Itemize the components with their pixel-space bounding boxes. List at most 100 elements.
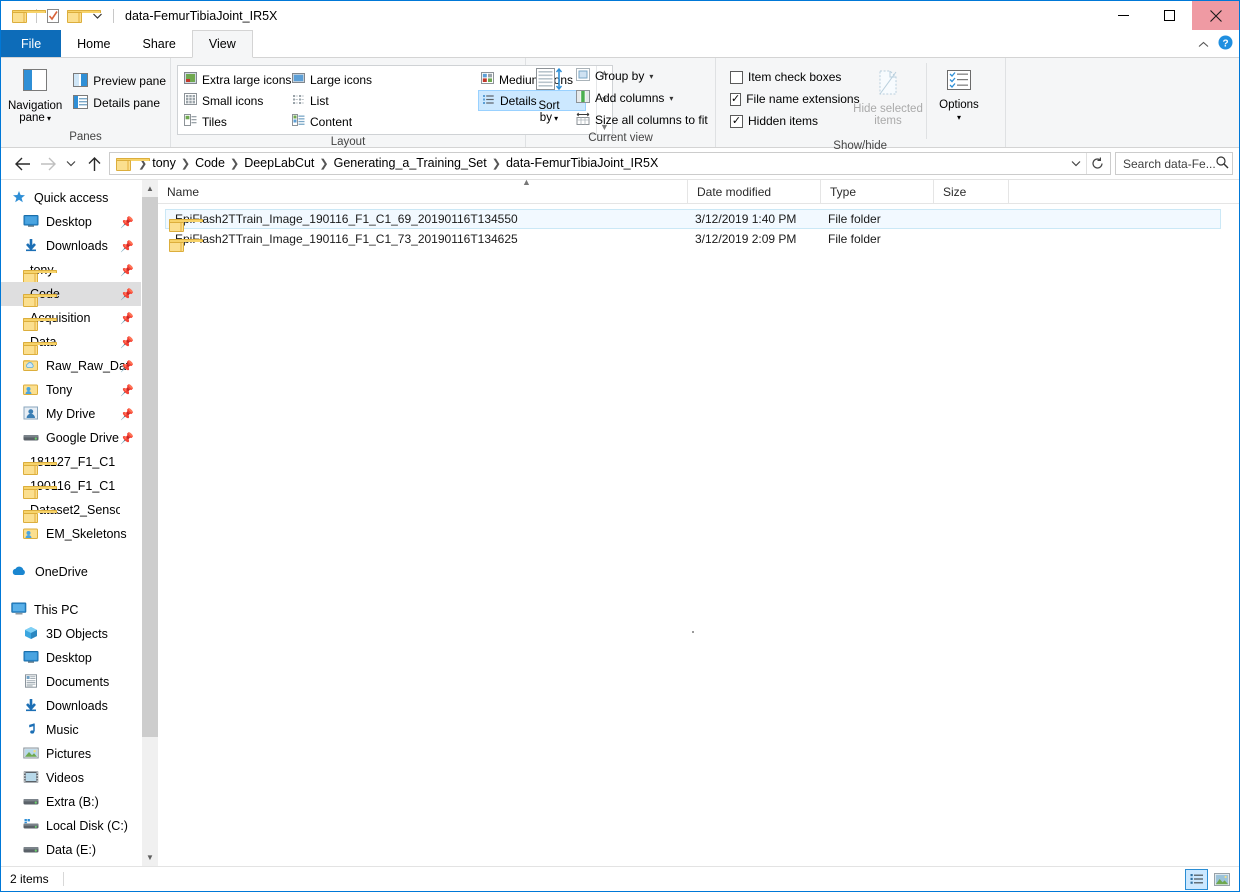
pin-icon: 📌 bbox=[120, 313, 134, 325]
sidebar-item-this-pc[interactable]: This PC bbox=[1, 598, 141, 622]
sidebar-item-3d-objects[interactable]: 3D Objects bbox=[1, 622, 141, 646]
scroll-down-icon[interactable]: ▼ bbox=[142, 849, 159, 866]
column-header-size[interactable]: Size bbox=[934, 179, 1009, 204]
file-name-extensions-checkbox[interactable]: ✓ bbox=[730, 92, 742, 106]
tab-view[interactable]: View bbox=[191, 30, 253, 58]
layout-extra-large-icons[interactable]: Extra large icons bbox=[181, 69, 291, 90]
add-columns-button[interactable]: Add columns ▾ bbox=[572, 87, 712, 109]
previous-locations-caret-icon[interactable] bbox=[1065, 153, 1086, 174]
sidebar-item-data-e[interactable]: Data (E:) bbox=[1, 838, 141, 862]
column-header-type[interactable]: Type bbox=[821, 179, 934, 204]
folder-icon[interactable] bbox=[114, 156, 150, 171]
search-input[interactable]: Search data-Fe... bbox=[1115, 152, 1233, 175]
customize-quick-access-caret[interactable] bbox=[86, 5, 108, 27]
refresh-icon[interactable] bbox=[1087, 153, 1108, 174]
sidebar-item-label: Downloads bbox=[46, 239, 108, 253]
forward-button[interactable] bbox=[35, 151, 61, 177]
sidebar-item-videos[interactable]: Videos bbox=[1, 766, 141, 790]
recent-locations-button[interactable] bbox=[61, 151, 81, 177]
column-header-name[interactable]: ▲ Name bbox=[158, 177, 688, 204]
details-view-button[interactable] bbox=[1185, 868, 1208, 890]
table-row[interactable]: EpiFlash2TTrain_Image_190116_F1_C1_73_20… bbox=[165, 229, 1221, 252]
sidebar-item-em-skeletons[interactable]: EM_Skeletons bbox=[1, 522, 141, 546]
layout-small-icons[interactable]: Small icons bbox=[181, 90, 289, 111]
tab-home[interactable]: Home bbox=[61, 30, 126, 57]
layout-list[interactable]: List bbox=[289, 90, 388, 111]
breadcrumb-separator[interactable]: ❯ bbox=[179, 157, 192, 170]
search-icon[interactable] bbox=[1216, 155, 1229, 172]
group-by-button[interactable]: Group by ▾ bbox=[572, 65, 712, 87]
file-name-extensions-option[interactable]: ✓ File name extensions bbox=[726, 88, 860, 110]
folder-icon[interactable] bbox=[9, 5, 46, 27]
sidebar-item-quick-access[interactable]: Quick access bbox=[1, 186, 141, 210]
sidebar-item-181127-f1-c1[interactable]: 181127_F1_C1 bbox=[1, 450, 141, 475]
up-button[interactable] bbox=[81, 151, 107, 177]
column-header-date-modified[interactable]: Date modified bbox=[688, 179, 821, 204]
sidebar-item-data[interactable]: Data 📌 bbox=[1, 330, 141, 355]
details-pane-button[interactable]: Details pane bbox=[69, 92, 170, 114]
breadcrumb-item-tony[interactable]: tony bbox=[149, 156, 179, 170]
scrollbar-track[interactable] bbox=[141, 197, 159, 849]
layout-large-icons[interactable]: Large icons bbox=[289, 69, 388, 90]
sidebar-item-code[interactable]: Code 📌 bbox=[1, 282, 141, 307]
tab-file[interactable]: File bbox=[1, 30, 62, 57]
breadcrumb-separator[interactable]: ❯ bbox=[490, 157, 503, 170]
maximize-button[interactable] bbox=[1146, 1, 1192, 30]
sidebar-item-tony-shared[interactable]: Tony 📌 bbox=[1, 378, 141, 402]
options-button[interactable]: Options ▾ bbox=[929, 63, 989, 124]
help-icon[interactable]: ? bbox=[1218, 35, 1233, 53]
breadcrumb-item-generating-a-training-set[interactable]: Generating_a_Training_Set bbox=[331, 156, 490, 170]
sidebar-item-raw-raw-data[interactable]: Raw_Raw_Dat 📌 bbox=[1, 354, 141, 378]
scrollbar-thumb[interactable] bbox=[141, 197, 159, 737]
hide-selected-items-button[interactable]: Hide selected items bbox=[852, 63, 924, 127]
item-check-boxes-option[interactable]: Item check boxes bbox=[726, 66, 846, 88]
sidebar-item-local-disk-c[interactable]: Local Disk (C:) bbox=[1, 814, 141, 838]
size-all-columns-button[interactable]: Size all columns to fit bbox=[572, 109, 712, 131]
layout-tiles[interactable]: Tiles bbox=[181, 111, 289, 132]
sidebar-item-my-drive[interactable]: My Drive 📌 bbox=[1, 402, 141, 426]
sidebar-item-desktop-pc[interactable]: Desktop bbox=[1, 646, 141, 670]
list-icon bbox=[292, 93, 305, 108]
navigation-pane-scrollbar[interactable]: ▲ ▼ bbox=[141, 180, 159, 866]
navigation-pane-button[interactable]: Navigation pane ▾ bbox=[1, 62, 69, 125]
hide-selected-items-icon bbox=[873, 68, 903, 101]
sidebar-item-documents[interactable]: Documents bbox=[1, 670, 141, 694]
new-folder-icon[interactable] bbox=[64, 5, 101, 27]
collapse-ribbon-icon[interactable] bbox=[1198, 37, 1209, 51]
minimize-button[interactable] bbox=[1100, 1, 1146, 30]
sidebar-item-music[interactable]: Music bbox=[1, 718, 141, 742]
cursor-dot bbox=[692, 631, 694, 633]
sidebar-item-acquisition[interactable]: Acquisition 📌 bbox=[1, 306, 141, 331]
back-button[interactable] bbox=[9, 151, 35, 177]
item-check-boxes-checkbox[interactable] bbox=[730, 70, 743, 84]
sidebar-item-downloads[interactable]: Downloads 📌 bbox=[1, 234, 141, 258]
sidebar-item-desktop[interactable]: Desktop 📌 bbox=[1, 210, 141, 234]
close-button[interactable] bbox=[1192, 1, 1239, 30]
breadcrumb-item-code[interactable]: Code bbox=[192, 156, 228, 170]
preview-pane-button[interactable]: Preview pane bbox=[69, 70, 170, 92]
breadcrumb-separator[interactable]: ❯ bbox=[228, 157, 241, 170]
properties-icon[interactable] bbox=[42, 5, 64, 27]
tab-share[interactable]: Share bbox=[127, 30, 192, 57]
breadcrumb-item-data-femurtibiajoint[interactable]: data-FemurTibiaJoint_IR5X bbox=[503, 156, 661, 170]
sidebar-item-tony-folder[interactable]: tony 📌 bbox=[1, 258, 141, 283]
address-breadcrumb-box[interactable]: ❯ tony ❯ Code ❯ DeepLabCut ❯ Generating_… bbox=[109, 152, 1111, 175]
sidebar-item-downloads-pc[interactable]: Downloads bbox=[1, 694, 141, 718]
file-list[interactable]: EpiFlash2TTrain_Image_190116_F1_C1_69_20… bbox=[158, 204, 1239, 866]
hidden-items-checkbox[interactable]: ✓ bbox=[730, 114, 743, 128]
table-row[interactable]: EpiFlash2TTrain_Image_190116_F1_C1_69_20… bbox=[165, 209, 1221, 232]
sidebar-item-190116-f1-c1[interactable]: 190116_F1_C1 bbox=[1, 474, 141, 499]
breadcrumb-item-deeplabcut[interactable]: DeepLabCut bbox=[241, 156, 317, 170]
sort-by-button[interactable]: Sort by ▾ bbox=[526, 62, 572, 125]
large-icons-view-button[interactable] bbox=[1210, 869, 1233, 890]
hidden-items-option[interactable]: ✓ Hidden items bbox=[726, 110, 846, 132]
sidebar-item-google-drive[interactable]: Google Drive 📌 bbox=[1, 426, 141, 450]
breadcrumb-separator[interactable]: ❯ bbox=[317, 157, 330, 170]
sidebar-item-dataset2-sensor[interactable]: Dataset2_Sensor bbox=[1, 498, 141, 523]
sidebar-item-pictures[interactable]: Pictures bbox=[1, 742, 141, 766]
layout-content[interactable]: Content bbox=[289, 111, 388, 132]
scroll-up-icon[interactable]: ▲ bbox=[142, 180, 159, 197]
hide-selected-items-label-1: Hide selected bbox=[853, 103, 923, 115]
sidebar-item-onedrive[interactable]: OneDrive bbox=[1, 560, 141, 584]
sidebar-item-extra-b[interactable]: Extra (B:) bbox=[1, 790, 141, 814]
